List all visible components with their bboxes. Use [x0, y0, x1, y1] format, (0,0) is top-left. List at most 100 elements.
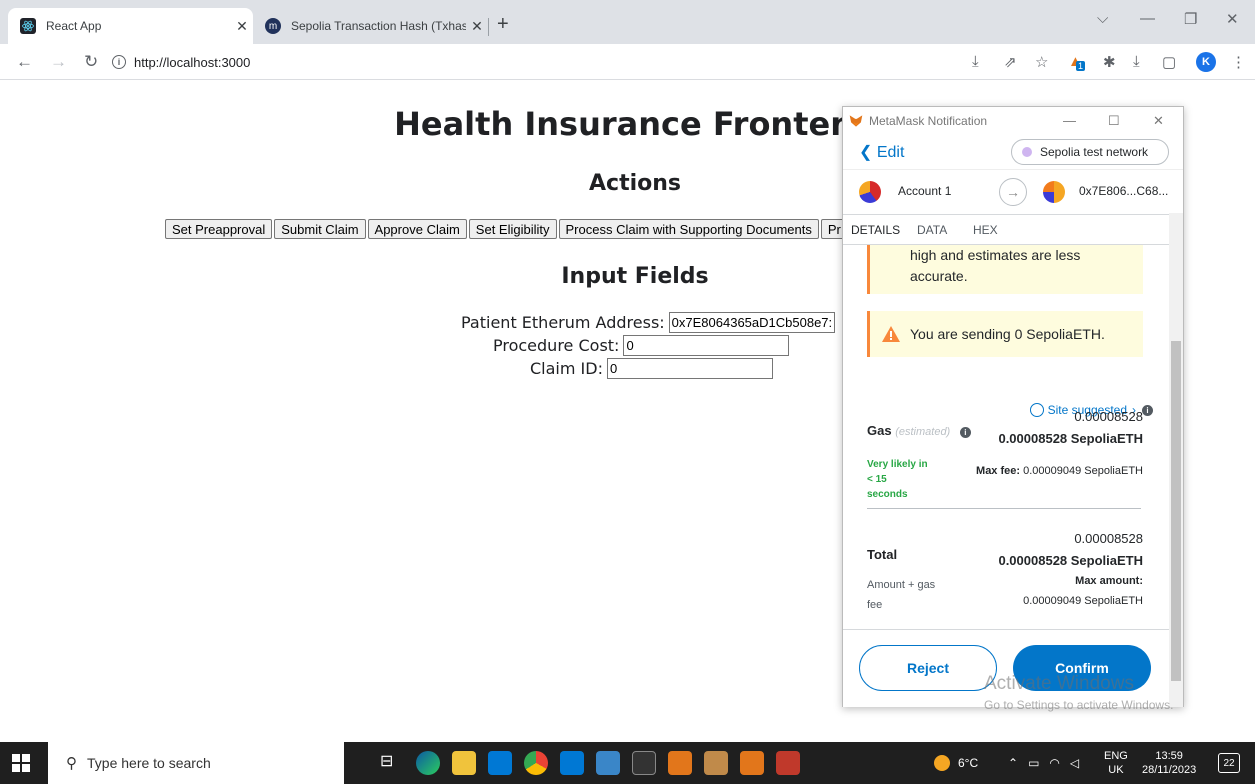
extensions-puzzle-icon[interactable]: ✱ — [1103, 53, 1116, 71]
max-fee-value: 0.00009049 SepoliaETH — [1023, 465, 1143, 477]
task-view-icon[interactable]: ⊟ — [380, 751, 404, 775]
network-congestion-warning: high and estimates are less accurate. — [867, 245, 1143, 294]
speaker-icon[interactable]: ◁ — [1070, 756, 1079, 770]
metamask-taskbar-icon-2[interactable] — [740, 751, 764, 775]
process-claim-button[interactable]: Process Claim with Supporting Documents — [558, 219, 819, 239]
side-panel-icon[interactable]: ▢ — [1162, 53, 1176, 71]
to-account-avatar — [1043, 181, 1065, 203]
gas-info-icon[interactable]: i — [959, 427, 971, 438]
mm-close-icon[interactable]: ✕ — [1153, 113, 1164, 129]
set-preapproval-button[interactable]: Set Preapproval — [165, 219, 273, 239]
clock[interactable]: 13:59 28/11/2023 — [1142, 742, 1196, 784]
reload-icon[interactable]: ↻ — [84, 52, 98, 72]
back-icon[interactable]: ← — [16, 52, 33, 72]
from-account-avatar — [859, 181, 881, 203]
metamask-fox-icon — [849, 115, 863, 127]
language-text: ENG — [1104, 750, 1128, 762]
set-eligibility-button[interactable]: Set Eligibility — [468, 219, 557, 239]
search-placeholder: Type here to search — [87, 755, 211, 771]
sending-warning-text: You are sending 0 SepoliaETH. — [910, 326, 1105, 342]
details-scroll-area[interactable]: high and estimates are less accurate. Yo… — [843, 245, 1169, 629]
patient-address-input[interactable] — [668, 312, 835, 333]
scrollbar-thumb[interactable] — [1171, 341, 1181, 681]
patient-address-row: Patient Etherum Address: — [461, 312, 835, 333]
close-tab-icon[interactable]: ✕ — [231, 18, 253, 35]
warning-partial-text: high and estimates are less accurate. — [910, 247, 1081, 284]
install-icon[interactable]: ⤓ — [972, 53, 979, 70]
claim-id-label: Claim ID: — [530, 359, 603, 378]
downloads-icon[interactable]: ⤓ — [1133, 53, 1140, 70]
submit-claim-button[interactable]: Submit Claim — [274, 219, 366, 239]
reject-button[interactable]: Reject — [859, 645, 997, 691]
new-tab-button[interactable]: + — [497, 13, 509, 36]
approve-claim-button[interactable]: Approve Claim — [367, 219, 467, 239]
tab-title: Sepolia Transaction Hash (Txhash — [291, 19, 466, 33]
network-icon[interactable]: ▭ — [1028, 756, 1039, 770]
info-icon[interactable]: i — [1142, 404, 1153, 416]
app-icon-2[interactable] — [776, 751, 800, 775]
to-account-address[interactable]: 0x7E806...C68... — [1079, 184, 1168, 198]
details-scrollbar[interactable] — [1169, 213, 1183, 707]
tab-details[interactable]: DETAILS — [851, 223, 900, 237]
tab-data[interactable]: DATA — [917, 223, 947, 237]
details-tabs: DETAILS DATA HEX — [843, 215, 1183, 245]
store-icon[interactable] — [488, 751, 512, 775]
edit-button[interactable]: ❮ Edit — [859, 142, 904, 162]
network-pill[interactable]: Sepolia test network — [1011, 139, 1169, 165]
share-icon[interactable]: ⇗ — [1004, 53, 1017, 71]
weather-widget[interactable]: 6°C — [934, 742, 978, 784]
procedure-cost-input[interactable] — [623, 335, 790, 356]
package-icon[interactable] — [704, 751, 728, 775]
url-field[interactable]: i http://localhost:3000 — [112, 49, 942, 75]
bookmark-star-icon[interactable]: ☆ — [1035, 53, 1048, 71]
globe-icon — [1029, 403, 1044, 417]
terminal-icon[interactable] — [632, 751, 656, 775]
tab-hex[interactable]: HEX — [973, 223, 998, 237]
claim-id-input[interactable] — [606, 358, 773, 379]
from-account-name[interactable]: Account 1 — [898, 184, 951, 198]
gas-label: Gas (estimated) i — [867, 423, 971, 438]
profile-avatar[interactable]: K — [1196, 52, 1216, 72]
tab-sepolia[interactable]: m Sepolia Transaction Hash (Txhash ✕ — [253, 8, 488, 44]
tab-react-app[interactable]: React App ✕ — [8, 8, 253, 44]
metamask-taskbar-icon[interactable] — [668, 751, 692, 775]
minimize-icon[interactable]: — — [1140, 10, 1155, 27]
chevron-up-icon[interactable]: ⌃ — [1008, 756, 1018, 770]
notification-center-icon[interactable]: 22 — [1218, 742, 1240, 784]
mm-minimize-icon[interactable]: — — [1063, 113, 1076, 128]
clock-date: 28/11/2023 — [1142, 764, 1197, 776]
tab-search-icon[interactable]: ⌵ — [1097, 10, 1108, 27]
network-dot-icon — [1022, 147, 1032, 157]
file-explorer-icon[interactable] — [452, 751, 476, 775]
max-fee-row: Max fee: 0.00009049 SepoliaETH — [976, 465, 1143, 477]
region-text: UK — [1108, 764, 1124, 776]
system-tray-icons[interactable]: ⌃ ▭ ◠ ◁ — [1008, 742, 1079, 784]
menu-kebab-icon[interactable]: ⋮ — [1231, 53, 1246, 71]
react-favicon-icon — [20, 18, 36, 34]
total-amount: 0.00008528 — [1074, 531, 1143, 546]
edge-icon[interactable] — [416, 751, 440, 775]
vscode-icon[interactable] — [560, 751, 584, 775]
divider — [867, 508, 1141, 509]
gas-label-text: Gas — [867, 423, 892, 438]
mm-maximize-icon[interactable]: ☐ — [1108, 113, 1120, 129]
windows-start-icon[interactable] — [12, 754, 30, 772]
language-indicator[interactable]: ENG UK — [1104, 742, 1128, 784]
address-bar: ← → ↻ i http://localhost:3000 ⤓ ⇗ ☆ ▲1 ✱… — [0, 44, 1255, 80]
clock-time: 13:59 — [1155, 750, 1183, 762]
chrome-icon[interactable] — [524, 751, 548, 775]
gas-amount: 0.00008528 — [1074, 409, 1143, 424]
close-window-icon[interactable]: ✕ — [1226, 10, 1239, 28]
procedure-cost-row: Procedure Cost: — [493, 335, 790, 356]
restore-icon[interactable]: ❐ — [1184, 10, 1197, 28]
metamask-extension-icon[interactable]: ▲1 — [1068, 53, 1086, 71]
taskbar-search-field[interactable]: ⚲ Type here to search — [48, 742, 344, 784]
activate-windows-watermark: Activate Windows — [984, 673, 1134, 694]
site-info-icon[interactable]: i — [112, 55, 126, 69]
action-footer: Reject Confirm — [843, 629, 1169, 707]
forward-icon[interactable]: → — [50, 52, 67, 72]
close-tab-icon[interactable]: ✕ — [466, 18, 488, 35]
tab-separator — [488, 18, 489, 36]
app-icon[interactable] — [596, 751, 620, 775]
wifi-icon[interactable]: ◠ — [1049, 756, 1059, 770]
